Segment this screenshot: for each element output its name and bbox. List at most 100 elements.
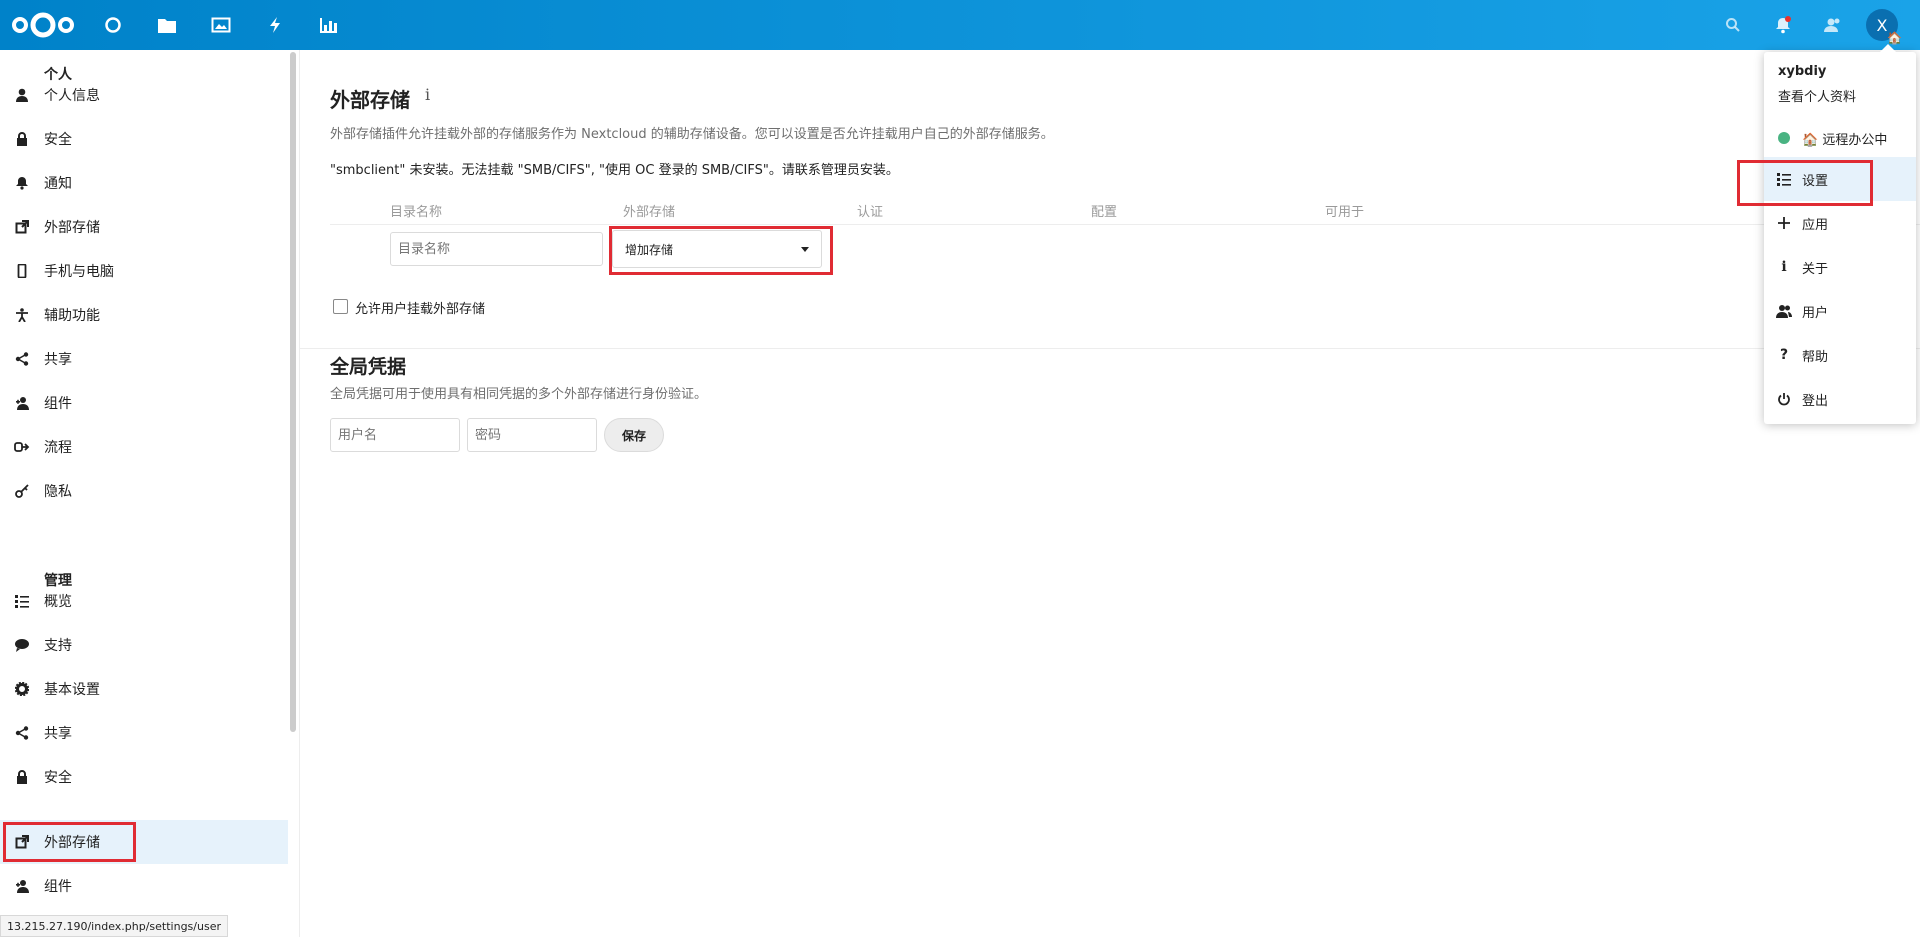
menu-arrow [1880, 44, 1896, 52]
sidebar-item-label: 基本设置 [44, 682, 100, 698]
sidebar-item-notifications[interactable]: 通知 [0, 161, 288, 205]
sidebar-item-label: 安全 [44, 132, 72, 148]
add-storage-label: 增加存储 [625, 242, 674, 257]
sidebar-item-mobile-desktop[interactable]: 手机与电脑 [0, 249, 288, 293]
menu-item-settings[interactable]: 设置 [1764, 157, 1916, 201]
allow-user-mount-label[interactable]: 允许用户挂载外部存储 [355, 298, 485, 317]
column-available-for: 可用于 [1325, 205, 1365, 220]
chevron-down-icon [801, 247, 809, 252]
files-icon[interactable] [154, 12, 180, 38]
info-icon: i [1781, 259, 1787, 275]
menu-item-about[interactable]: i 关于 [1764, 245, 1916, 289]
user-menu-dropdown: xybdiy 查看个人资料 🏠 远程办公中 设置 应用 i 关于 用户 ? 帮助… [1764, 44, 1916, 424]
browser-status-url: 13.215.27.190/index.php/settings/user [0, 915, 228, 937]
menu-item-label: 帮助 [1802, 349, 1829, 365]
users-icon [1776, 304, 1792, 318]
menu-item-label: 关于 [1802, 261, 1829, 277]
sidebar-item-security[interactable]: 安全 [0, 117, 288, 161]
contacts-icon[interactable] [1820, 12, 1846, 38]
bell-icon [12, 176, 32, 190]
sidebar-item-label: 通知 [44, 176, 72, 192]
sidebar-item-external-storage-admin[interactable]: 外部存储 [0, 820, 288, 864]
charts-icon[interactable] [316, 12, 342, 38]
status-label: 🏠 远程办公中 [1802, 132, 1888, 148]
gear-icon [12, 682, 32, 696]
help-icon: ? [1779, 347, 1789, 363]
sidebar-item-overview[interactable]: 概览 [0, 579, 288, 623]
chat-icon [12, 638, 32, 652]
menu-item-logout[interactable]: 登出 [1764, 377, 1916, 421]
column-authentication: 认证 [857, 205, 884, 220]
sidebar-item-accessibility[interactable]: 辅助功能 [0, 293, 288, 337]
sidebar-item-security-admin[interactable]: 安全 [0, 755, 288, 799]
group-icon [12, 396, 32, 410]
global-credentials-title: 全局凭据 [330, 356, 407, 378]
sidebar-scrollbar[interactable] [290, 52, 296, 732]
column-configuration: 配置 [1091, 205, 1118, 220]
sidebar-item-label: 个人信息 [44, 88, 100, 104]
share-icon [12, 352, 32, 366]
sidebar-item-label: 组件 [44, 879, 72, 895]
photos-icon[interactable] [208, 12, 234, 38]
top-header: X 🏠 [0, 0, 1920, 50]
sidebar-item-sharing-admin[interactable]: 共享 [0, 711, 288, 755]
menu-item-help[interactable]: ? 帮助 [1764, 333, 1916, 377]
sidebar-item-label: 辅助功能 [44, 308, 100, 324]
sidebar-item-label: 组件 [44, 396, 72, 412]
sidebar-item-external-storage-personal[interactable]: 外部存储 [0, 205, 288, 249]
menu-item-label: 登出 [1802, 393, 1829, 409]
smbclient-warning: "smbclient" 未安装。无法挂载 "SMB/CIFS", "使用 OC … [330, 163, 899, 178]
avatar-letter: X [1876, 15, 1888, 35]
section-divider [300, 348, 1920, 349]
sidebar-item-label: 手机与电脑 [44, 264, 114, 280]
external-icon [12, 220, 32, 234]
user-avatar[interactable]: X 🏠 [1866, 9, 1902, 45]
view-profile-link[interactable]: 查看个人资料 [1778, 86, 1856, 105]
nextcloud-logo[interactable] [10, 9, 76, 41]
search-icon[interactable] [1720, 12, 1746, 38]
menu-item-label: 设置 [1802, 173, 1829, 189]
page-title: 外部存储 [330, 88, 410, 112]
sidebar-item-privacy[interactable]: 隐私 [0, 469, 288, 513]
key-icon [12, 484, 32, 498]
info-icon[interactable]: i [425, 85, 430, 104]
column-folder-name: 目录名称 [390, 205, 443, 220]
sidebar-item-flow[interactable]: 流程 [0, 425, 288, 469]
sidebar-item-groupware-admin[interactable]: 组件 [0, 864, 288, 908]
sidebar-item-personal-info[interactable]: 个人信息 [0, 73, 288, 117]
sidebar-item-label: 共享 [44, 352, 72, 368]
password-input[interactable] [467, 418, 597, 452]
dashboard-icon[interactable] [100, 12, 126, 38]
user-icon [12, 88, 32, 102]
plus-icon [1776, 216, 1792, 230]
sidebar-item-sharing-personal[interactable]: 共享 [0, 337, 288, 381]
menu-item-apps[interactable]: 应用 [1764, 201, 1916, 245]
settings-list-icon [1776, 172, 1792, 186]
sidebar-item-label: 外部存储 [44, 220, 100, 236]
status-online-icon [1776, 132, 1792, 144]
menu-item-label: 应用 [1802, 217, 1829, 233]
menu-item-users[interactable]: 用户 [1764, 289, 1916, 333]
external-storage-description: 外部存储插件允许挂载外部的存储服务作为 Nextcloud 的辅助存储设备。您可… [330, 127, 1054, 142]
username-input[interactable] [330, 418, 460, 452]
menu-status[interactable]: 🏠 远程办公中 [1764, 116, 1916, 160]
add-storage-select[interactable]: 增加存储 [612, 230, 822, 268]
folder-name-input[interactable] [390, 232, 603, 266]
allow-user-mount-checkbox[interactable] [333, 299, 348, 314]
sidebar-item-label: 流程 [44, 440, 72, 456]
column-external-storage: 外部存储 [623, 205, 676, 220]
menu-item-label: 用户 [1802, 305, 1829, 321]
sidebar-item-label: 隐私 [44, 484, 72, 500]
save-button[interactable]: 保存 [604, 418, 664, 452]
sidebar-item-groupware-personal[interactable]: 组件 [0, 381, 288, 425]
sidebar-item-basic-settings[interactable]: 基本设置 [0, 667, 288, 711]
notifications-icon[interactable] [1770, 12, 1796, 38]
list-icon [12, 594, 32, 608]
sidebar-item-label: 共享 [44, 726, 72, 742]
sidebar-item-support[interactable]: 支持 [0, 623, 288, 667]
lock-icon [12, 132, 32, 146]
activity-icon[interactable] [262, 12, 288, 38]
sidebar-item-label: 概览 [44, 594, 72, 610]
accessibility-icon [12, 308, 32, 322]
menu-username[interactable]: xybdiy [1778, 64, 1826, 79]
